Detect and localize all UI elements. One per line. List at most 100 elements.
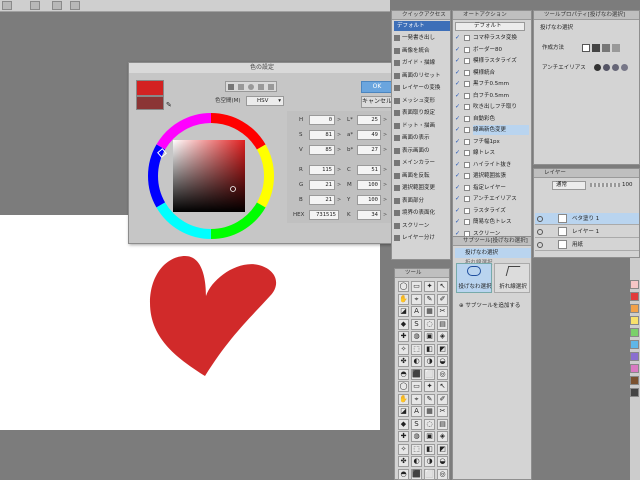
v-input[interactable]: 85 [309,145,335,155]
action-dialog-toggle[interactable] [464,173,470,179]
b-star-arrow-icon[interactable]: > [383,145,387,155]
l-arrow-icon[interactable]: > [383,115,387,125]
tool-icon[interactable]: ◩ [437,443,448,455]
view-icon[interactable] [52,1,62,10]
action-dialog-toggle[interactable] [464,69,470,76]
color-chip[interactable] [630,280,639,289]
tool-icon[interactable]: ▦ [424,306,435,317]
auto-action-item[interactable]: 白フチ0.5mm [473,91,529,101]
grid-view-icon[interactable] [238,84,244,90]
square-view-icon[interactable] [228,84,234,90]
a-arrow-icon[interactable]: > [383,130,387,140]
tool-icon[interactable]: ◒ [437,456,448,467]
new-selection-icon[interactable] [582,44,590,52]
b-star-input[interactable]: 27 [357,145,381,155]
tool-icon[interactable]: ◑ [424,456,435,467]
color-chip[interactable] [630,316,639,325]
y-input[interactable]: 100 [357,195,381,205]
v-arrow-icon[interactable]: > [337,145,341,155]
history-icon[interactable] [70,1,80,10]
hex-input[interactable]: 731515 [309,210,339,220]
action-dialog-toggle[interactable] [464,219,470,225]
action-check-icon[interactable]: ✓ [455,46,461,53]
tool-icon[interactable]: ▭ [411,381,422,392]
view-mode-toggle[interactable] [225,81,277,92]
color-space-select[interactable]: HSV ▾ [246,96,284,106]
auto-action-item[interactable]: ボーダー80 [473,45,529,55]
visibility-eye-icon[interactable] [537,216,543,222]
tool-icon[interactable]: ◐ [411,456,422,467]
auto-action-item[interactable]: 吹き出しフチ取り [473,102,529,112]
tool-icon[interactable]: ⌖ [411,293,422,305]
tool-icon[interactable]: ◑ [424,356,435,367]
tool-icon[interactable]: ◈ [437,331,448,342]
layer-icon[interactable] [30,1,40,10]
visibility-eye-icon[interactable] [537,229,543,235]
action-check-icon[interactable]: ✓ [455,127,461,133]
quick-access-item[interactable]: メインカラー [402,158,450,168]
tool-icon[interactable]: ✚ [398,331,409,342]
opacity-slider[interactable] [590,183,620,187]
action-dialog-toggle[interactable] [464,92,470,99]
tool-icon[interactable]: ⬜ [424,368,435,380]
quick-access-item[interactable]: 表面取り設定 [402,108,450,118]
k-input[interactable]: 34 [357,210,381,220]
color-chip[interactable] [630,340,639,349]
tool-icon[interactable]: ◓ [398,468,409,480]
tool-icon[interactable]: ✧ [398,443,409,455]
color-chip[interactable] [630,292,639,301]
tool-icon[interactable]: ✂ [437,306,448,317]
tool-icon[interactable]: ✤ [398,356,409,367]
action-dialog-toggle[interactable] [464,150,470,156]
tool-icon[interactable]: ✂ [437,406,448,417]
y-arrow-icon[interactable]: > [383,195,387,205]
s-arrow-icon[interactable]: > [337,130,341,140]
tool-icon[interactable]: ✚ [398,431,409,442]
opacity-value[interactable]: 100 [622,180,640,190]
tool-icon[interactable]: ▦ [424,406,435,417]
antialias-strong-icon[interactable] [621,64,628,71]
previous-color-swatch[interactable] [136,96,164,110]
tool-icon[interactable]: S [411,318,422,330]
tool-icon[interactable]: ✐ [437,293,448,305]
tool-icon[interactable]: ◩ [437,343,448,355]
tool-icon[interactable]: ◎ [437,368,448,380]
c-arrow-icon[interactable]: > [383,165,387,175]
g-arrow-icon[interactable]: > [337,180,341,190]
quick-access-item[interactable]: 選択範囲変更 [402,183,450,193]
tool-icon[interactable]: ◒ [437,356,448,367]
tool-icon[interactable]: A [411,406,422,417]
action-dialog-toggle[interactable] [464,127,470,133]
quick-access-item[interactable]: ドット・描画 [402,121,450,131]
polyline-select-tile[interactable]: 折れ線選択 [494,263,530,293]
tool-icon[interactable]: ✐ [437,393,448,405]
layer-name[interactable]: レイヤー 1 [572,227,632,237]
blend-mode-select[interactable]: 通常 [552,181,586,190]
quick-access-item[interactable]: 画面を反転 [402,171,450,181]
auto-action-set-select[interactable]: デフォルト [455,22,525,31]
action-check-icon[interactable]: ✓ [455,207,461,214]
m-input[interactable]: 100 [357,180,381,190]
tool-icon[interactable]: ▣ [424,331,435,342]
tool-icon[interactable]: ◧ [424,343,435,355]
quick-access-item[interactable]: 一発書き出し [402,33,450,43]
tool-icon[interactable] [2,1,12,10]
intersect-selection-icon[interactable] [612,44,620,52]
quick-access-item[interactable]: 境界の表面化 [402,208,450,218]
a-input[interactable]: 49 [357,130,381,140]
color-chip[interactable] [630,304,639,313]
color-chip[interactable] [630,364,639,373]
auto-action-item[interactable]: 指定レイヤー [473,183,529,193]
color-chip[interactable] [630,352,639,361]
tool-icon[interactable]: ↖ [437,381,448,392]
action-dialog-toggle[interactable] [464,115,470,122]
subtract-selection-icon[interactable] [602,44,610,52]
action-check-icon[interactable]: ✓ [455,138,461,145]
color-chip[interactable] [630,376,639,385]
tool-icon[interactable]: ✎ [424,393,435,405]
b-input[interactable]: 21 [309,195,335,205]
tool-icon[interactable]: ⬚ [411,343,422,355]
tool-icon[interactable]: ◧ [424,443,435,455]
quick-access-item[interactable]: 画面の表示 [402,133,450,143]
add-selection-icon[interactable] [592,44,600,52]
